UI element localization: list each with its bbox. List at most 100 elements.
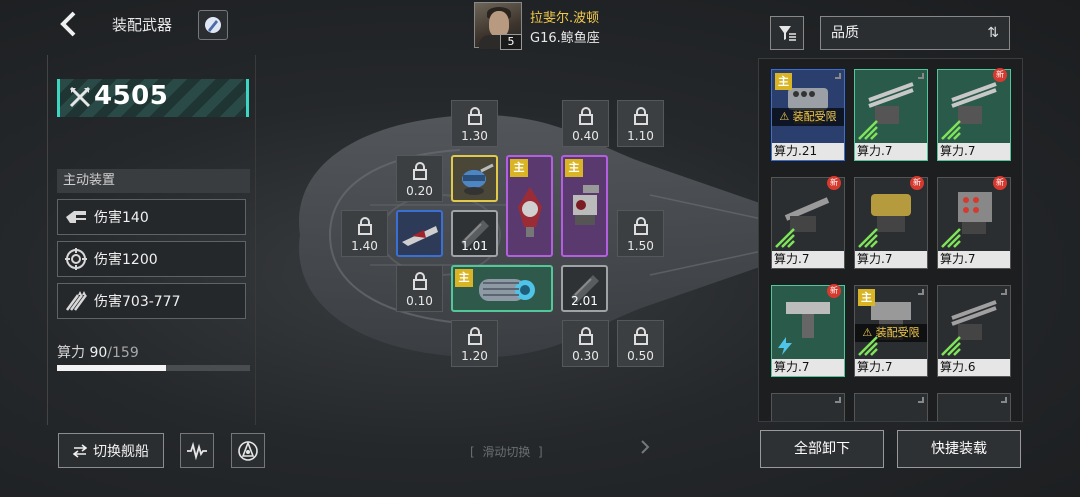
card-corner bbox=[1001, 289, 1007, 295]
quick-equip-button[interactable]: 快捷装载 bbox=[897, 430, 1021, 468]
lock-icon bbox=[634, 327, 648, 345]
lock-icon bbox=[579, 327, 593, 345]
inventory-card-partial[interactable] bbox=[771, 393, 845, 421]
card-corner bbox=[835, 73, 841, 79]
restricted-label: ⚠ 装配受限 bbox=[772, 108, 844, 126]
inventory-panel[interactable]: 主 ⚠ 装配受限 算力.21 算力.7 新 算力.7 新 算力.7 新 算力.7… bbox=[758, 58, 1023, 422]
damage-row-gatling[interactable]: 伤害140 bbox=[57, 199, 246, 235]
inventory-card[interactable]: 主 ⚠ 装配受限 算力.7 bbox=[854, 285, 928, 377]
locked-slot[interactable]: 0.20 bbox=[396, 155, 443, 202]
inventory-card[interactable]: 算力.7 bbox=[854, 69, 928, 161]
lock-icon bbox=[358, 217, 372, 235]
rarity-arrow-icon bbox=[858, 228, 878, 248]
laser-icon bbox=[402, 226, 438, 246]
card-corner bbox=[918, 289, 924, 295]
main-tag: 主 bbox=[775, 73, 792, 90]
locked-slot[interactable]: 0.40 bbox=[562, 100, 609, 147]
equipped-module-purple-2[interactable]: 主 bbox=[561, 155, 608, 257]
card-capacity: 算力.7 bbox=[938, 251, 1010, 268]
main-tag: 主 bbox=[565, 159, 583, 177]
inventory-card[interactable]: 新 算力.7 bbox=[937, 68, 1011, 161]
card-capacity: 算力.21 bbox=[772, 143, 844, 160]
locked-slot[interactable]: 1.30 bbox=[451, 100, 498, 147]
rarity-arrow-icon bbox=[858, 336, 878, 356]
equipped-turret-yellow[interactable] bbox=[451, 155, 498, 202]
inventory-card[interactable]: 算力.6 bbox=[937, 285, 1011, 377]
locked-slot[interactable]: 1.50 bbox=[617, 210, 664, 257]
crossed-swords-icon bbox=[69, 86, 91, 108]
card-capacity: 算力.7 bbox=[855, 251, 927, 268]
fleet-emblem-button[interactable] bbox=[231, 433, 265, 468]
card-capacity: 算力.7 bbox=[855, 143, 927, 160]
capacity-title: 算力 bbox=[57, 345, 85, 361]
slot-capacity: 0.40 bbox=[572, 129, 599, 143]
inventory-card-partial[interactable] bbox=[937, 393, 1011, 421]
new-badge: 新 bbox=[827, 176, 841, 190]
slot-capacity: 0.30 bbox=[572, 349, 599, 363]
equipped-module-green[interactable]: 主 bbox=[451, 265, 553, 312]
equipped-module-gray-2[interactable]: 2.01 bbox=[561, 265, 608, 312]
filter-button[interactable] bbox=[770, 16, 804, 50]
slot-capacity: 1.20 bbox=[461, 349, 488, 363]
capacity-bar bbox=[57, 365, 250, 371]
rarity-arrow-icon bbox=[941, 120, 961, 140]
slot-capacity: 1.30 bbox=[461, 129, 488, 143]
sort-order-icon: ⇅ bbox=[987, 25, 999, 41]
lock-icon bbox=[634, 217, 648, 235]
ship-name: G16.鲸鱼座 bbox=[530, 31, 600, 46]
damage-row-target[interactable]: 伤害1200 bbox=[57, 241, 246, 277]
equipped-module-gray-1[interactable]: 1.01 bbox=[451, 210, 498, 257]
slot-capacity: 1.10 bbox=[627, 129, 654, 143]
locked-slot[interactable]: 0.50 bbox=[617, 320, 664, 367]
swipe-hint: [ 滑动切换 ] bbox=[470, 445, 543, 459]
slot-capacity: 1.40 bbox=[351, 239, 378, 253]
locked-slot[interactable]: 1.40 bbox=[341, 210, 388, 257]
combat-power-value: 4505 bbox=[94, 81, 169, 111]
rename-button[interactable] bbox=[198, 10, 228, 40]
new-badge: 新 bbox=[910, 176, 924, 190]
unload-all-label: 全部卸下 bbox=[794, 441, 850, 457]
damage-row-missile[interactable]: 伤害703-777 bbox=[57, 283, 246, 319]
locked-slot[interactable]: 0.30 bbox=[562, 320, 609, 367]
waveform-icon bbox=[187, 441, 207, 460]
damage-value: 伤害703-777 bbox=[94, 294, 181, 310]
inventory-card[interactable]: 新 算力.7 bbox=[937, 176, 1011, 269]
equipped-module-purple-1[interactable]: 主 bbox=[506, 155, 553, 257]
inventory-card[interactable]: 主 ⚠ 装配受限 算力.21 bbox=[771, 69, 845, 161]
inventory-card[interactable]: 新 算力.7 bbox=[854, 176, 928, 269]
damage-value: 伤害1200 bbox=[94, 252, 158, 268]
inventory-card-partial[interactable] bbox=[854, 393, 928, 421]
lock-icon bbox=[468, 107, 482, 125]
slot-capacity: 0.20 bbox=[406, 184, 433, 198]
unload-all-button[interactable]: 全部卸下 bbox=[760, 430, 884, 468]
chevron-right-icon bbox=[640, 440, 650, 458]
slot-capacity: 0.10 bbox=[406, 294, 433, 308]
locked-slot[interactable]: 1.10 bbox=[617, 100, 664, 147]
sort-dropdown[interactable]: 品质 ⇅ bbox=[820, 16, 1010, 50]
switch-ship-button[interactable]: 切换舰船 bbox=[58, 433, 164, 468]
slot-capacity: 1.01 bbox=[461, 239, 488, 253]
pilot-name: 拉斐尔.波顿 bbox=[530, 11, 600, 26]
capacity-label: 算力 90/159 bbox=[57, 342, 139, 362]
back-button[interactable] bbox=[58, 10, 84, 40]
wave-stats-button[interactable] bbox=[180, 433, 214, 468]
main-tag: 主 bbox=[858, 289, 875, 306]
switch-ship-label: 切换舰船 bbox=[93, 443, 149, 460]
equipped-laser-blue[interactable] bbox=[396, 210, 443, 257]
inventory-card[interactable]: 新 算力.7 bbox=[771, 284, 845, 377]
inventory-card[interactable]: 新 算力.7 bbox=[771, 176, 845, 269]
gatling-icon bbox=[62, 203, 90, 231]
main-tag: 主 bbox=[510, 159, 528, 177]
page-title: 装配武器 bbox=[112, 16, 173, 34]
locked-slot[interactable]: 1.20 bbox=[451, 320, 498, 367]
locked-slot[interactable]: 0.10 bbox=[396, 265, 443, 312]
swap-icon bbox=[73, 443, 87, 458]
rarity-arrow-icon bbox=[858, 120, 878, 140]
new-badge: 新 bbox=[827, 284, 841, 298]
turret-icon bbox=[462, 163, 494, 195]
main-tag: 主 bbox=[455, 269, 473, 287]
pen-icon bbox=[205, 17, 221, 33]
filter-icon bbox=[779, 26, 796, 41]
chevron-left-icon bbox=[60, 11, 76, 37]
lock-icon bbox=[579, 107, 593, 125]
